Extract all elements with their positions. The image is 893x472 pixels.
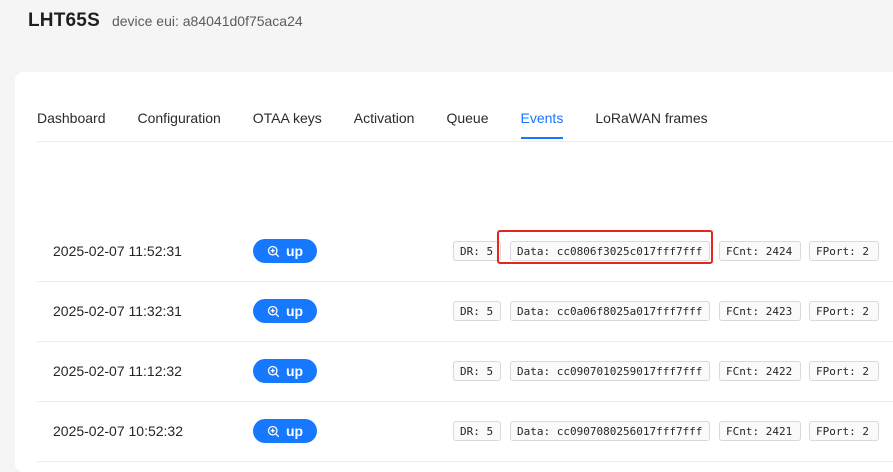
up-button-label: up <box>285 423 304 439</box>
device-name: LHT65S <box>28 10 100 31</box>
zoom-in-icon <box>267 425 280 437</box>
fcnt-tag: FCnt: 2423 <box>719 301 801 321</box>
data-highlight-box <box>497 230 713 264</box>
event-row: 2025-02-07 11:12:32 up DR: 5 Data: cc090… <box>37 341 893 402</box>
tab-events[interactable]: Events <box>520 100 563 139</box>
tab-configuration[interactable]: Configuration <box>138 100 221 138</box>
dr-tag: DR: 5 <box>453 361 501 381</box>
event-time: 2025-02-07 11:52:31 <box>53 243 182 259</box>
up-button-label: up <box>285 363 304 379</box>
up-button-label: up <box>285 303 304 319</box>
zoom-in-icon <box>267 245 280 257</box>
tab-otaa-keys[interactable]: OTAA keys <box>253 100 322 138</box>
event-row: 2025-02-07 11:52:31 up DR: 5 Data: cc080… <box>37 221 893 282</box>
tab-dashboard[interactable]: Dashboard <box>37 100 106 138</box>
fport-tag: FPort: 2 <box>809 421 879 441</box>
tab-lorawan-frames[interactable]: LoRaWAN frames <box>595 100 707 138</box>
fport-tag: FPort: 2 <box>809 361 879 381</box>
zoom-in-icon <box>267 365 280 377</box>
event-row: 2025-02-07 10:52:32 up DR: 5 Data: cc090… <box>37 401 893 462</box>
zoom-in-icon <box>267 305 280 317</box>
dr-tag: DR: 5 <box>453 241 501 261</box>
fport-tag: FPort: 2 <box>809 301 879 321</box>
fcnt-tag: FCnt: 2421 <box>719 421 801 441</box>
up-event-button[interactable]: up <box>253 239 317 263</box>
data-tag: Data: cc0907010259017fff7fff <box>510 361 710 381</box>
device-card: Dashboard Configuration OTAA keys Activa… <box>15 72 893 472</box>
tab-queue[interactable]: Queue <box>446 100 488 138</box>
up-event-button[interactable]: up <box>253 359 317 383</box>
up-button-label: up <box>285 243 304 259</box>
event-time: 2025-02-07 10:52:32 <box>53 423 183 439</box>
page-header: LHT65S device eui: a84041d0f75aca24 <box>28 10 303 32</box>
up-event-button[interactable]: up <box>253 419 317 443</box>
fcnt-tag: FCnt: 2424 <box>719 241 801 261</box>
up-event-button[interactable]: up <box>253 299 317 323</box>
fport-tag: FPort: 2 <box>809 241 879 261</box>
dr-tag: DR: 5 <box>453 301 501 321</box>
dr-tag: DR: 5 <box>453 421 501 441</box>
fcnt-tag: FCnt: 2422 <box>719 361 801 381</box>
tabs-divider <box>37 141 893 142</box>
device-eui: device eui: a84041d0f75aca24 <box>111 13 303 29</box>
event-time: 2025-02-07 11:32:31 <box>53 303 182 319</box>
data-tag: Data: cc0907080256017fff7fff <box>510 421 710 441</box>
tab-bar: Dashboard Configuration OTAA keys Activa… <box>37 100 893 139</box>
data-tag: Data: cc0a06f8025a017fff7fff <box>510 301 710 321</box>
tab-activation[interactable]: Activation <box>354 100 415 138</box>
event-time: 2025-02-07 11:12:32 <box>53 363 182 379</box>
event-row: 2025-02-07 11:32:31 up DR: 5 Data: cc0a0… <box>37 281 893 342</box>
